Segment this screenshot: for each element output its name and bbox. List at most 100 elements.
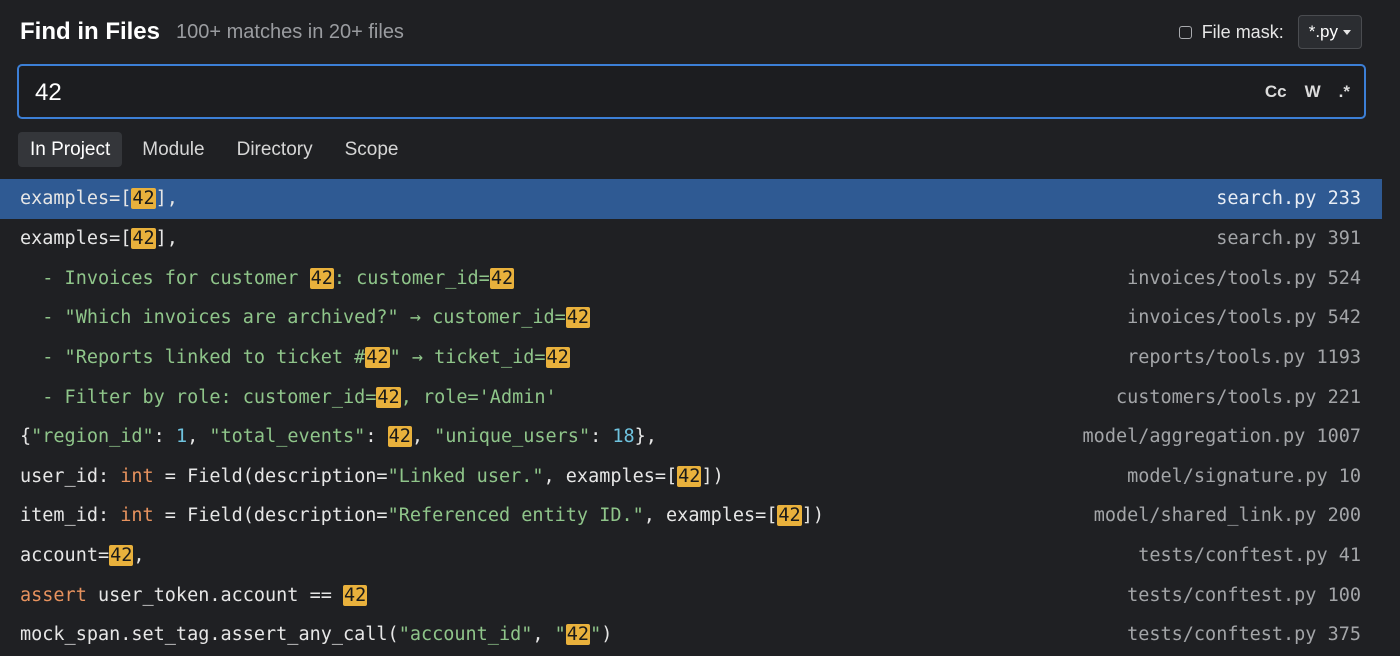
code-segment: mock_span.set_tag.assert_any_call( xyxy=(20,624,399,646)
result-location: tests/conftest.py 100 xyxy=(1127,584,1361,606)
result-row[interactable]: - Filter by role: customer_id= 42, role='… xyxy=(0,377,1382,417)
code-segment: - Invoices for customer xyxy=(20,267,310,289)
result-code: examples=[42], xyxy=(20,219,178,259)
result-location: model/signature.py 10 xyxy=(1127,465,1361,487)
code-segment: " xyxy=(590,624,602,646)
whole-words-toggle[interactable]: W xyxy=(1305,82,1321,102)
result-location: model/shared_link.py 200 xyxy=(1093,505,1361,527)
file-mask-value: *.py xyxy=(1308,22,1338,41)
match-summary: 100+ matches in 20+ files xyxy=(176,20,404,43)
code-segment: "unique_users" xyxy=(434,426,591,448)
result-row[interactable]: - Invoices for customer 42: customer_id=… xyxy=(0,258,1382,298)
result-code: - Invoices for customer 42: customer_id=… xyxy=(20,258,515,298)
code-segment: : customer_id= xyxy=(333,267,490,289)
result-row[interactable]: examples=[42], search.py 391 xyxy=(0,219,1382,259)
match-highlight: 42 xyxy=(677,465,702,487)
result-location: search.py 233 xyxy=(1216,188,1361,210)
tab-in-project[interactable]: In Project xyxy=(18,132,123,167)
result-row[interactable]: assert user_token.account == 42 tests/con… xyxy=(0,575,1382,615)
match-case-toggle[interactable]: Cc xyxy=(1265,82,1287,102)
dialog-title: Find in Files xyxy=(20,18,161,45)
result-code: user_id: int = Field(description= "Linked… xyxy=(20,456,724,496)
code-segment: "Referenced entity ID." xyxy=(387,505,644,527)
match-highlight: 42 xyxy=(489,267,515,289)
code-segment: ) xyxy=(601,624,613,646)
code-segment: "total_events" xyxy=(209,426,366,448)
result-row[interactable]: user_id: int = Field(description= "Linked… xyxy=(0,456,1382,496)
file-mask-select[interactable]: *.py xyxy=(1297,15,1362,49)
result-row[interactable]: - "Reports linked to ticket #42 " → ticke… xyxy=(0,338,1382,378)
result-row[interactable]: {"region_id": 1, "total_events": 42, "un… xyxy=(0,417,1382,457)
code-segment: : xyxy=(365,426,388,448)
code-segment: user_id: xyxy=(20,465,121,487)
code-segment: ], xyxy=(155,227,178,249)
code-segment: , xyxy=(133,545,145,567)
code-segment: , role='Admin' xyxy=(400,386,557,408)
match-highlight: 42 xyxy=(109,545,134,567)
code-segment: ], xyxy=(155,188,178,210)
code-segment: account= xyxy=(20,545,110,567)
code-segment: , xyxy=(187,426,210,448)
file-mask-checkbox[interactable] xyxy=(1178,25,1192,39)
match-highlight: 42 xyxy=(131,188,156,210)
code-segment: - Filter by role: customer_id= xyxy=(20,386,377,408)
result-location: search.py 391 xyxy=(1216,227,1361,249)
match-highlight: 42 xyxy=(365,346,390,368)
regex-toggle[interactable]: .* xyxy=(1339,82,1350,102)
result-row[interactable]: account= 42, tests/conftest.py 41 xyxy=(0,536,1382,576)
match-highlight: 42 xyxy=(545,346,570,368)
code-segment: " xyxy=(554,624,566,646)
code-segment: assert xyxy=(20,584,87,606)
code-segment: 1 xyxy=(175,426,188,448)
result-location: model/aggregation.py 1007 xyxy=(1082,426,1361,448)
code-segment: : xyxy=(153,426,176,448)
result-location: tests/conftest.py 41 xyxy=(1138,545,1361,567)
code-segment: ]) xyxy=(801,505,824,527)
search-options: Cc W .* xyxy=(1265,66,1350,117)
code-segment: "region_id" xyxy=(31,426,154,448)
result-row[interactable]: item_id: int = Field(description= "Refere… xyxy=(0,496,1382,536)
code-segment: , xyxy=(532,624,555,646)
code-segment: examples=[ xyxy=(20,227,132,249)
code-segment: }, xyxy=(634,426,657,448)
match-highlight: 42 xyxy=(565,307,591,329)
result-row[interactable]: examples=[42], search.py 233 xyxy=(0,179,1382,219)
tab-directory[interactable]: Directory xyxy=(225,132,325,167)
code-segment: , xyxy=(411,426,435,448)
match-highlight: 42 xyxy=(376,386,401,408)
tab-module[interactable]: Module xyxy=(130,132,216,167)
code-segment: int xyxy=(120,465,154,487)
result-code: - "Which invoices are archived?" → custo… xyxy=(20,298,591,338)
code-segment: - "Reports linked to ticket # xyxy=(20,346,366,368)
result-code: {"region_id": 1, "total_events": 42, "un… xyxy=(20,417,657,457)
result-location: tests/conftest.py 375 xyxy=(1127,624,1361,646)
match-highlight: 42 xyxy=(565,624,591,646)
result-location: invoices/tools.py 524 xyxy=(1127,267,1361,289)
result-code: examples=[42], xyxy=(20,179,178,219)
result-code: - "Reports linked to ticket #42 " → ticke… xyxy=(20,338,570,378)
results-list: examples=[42], search.py 233 examples=[42]… xyxy=(0,179,1382,655)
result-code: account= 42, xyxy=(20,536,145,576)
result-location: reports/tools.py 1193 xyxy=(1127,346,1361,368)
match-highlight: 42 xyxy=(343,584,368,606)
code-segment: = Field(description= xyxy=(153,465,388,487)
code-segment: " → ticket_id= xyxy=(389,346,546,368)
result-row[interactable]: - "Which invoices are archived?" → custo… xyxy=(0,298,1382,338)
tab-scope[interactable]: Scope xyxy=(333,132,411,167)
match-highlight: 42 xyxy=(777,505,802,527)
chevron-down-icon xyxy=(1343,29,1351,35)
code-segment: : xyxy=(590,426,613,448)
code-segment: ]) xyxy=(701,465,724,487)
code-segment: , examples=[ xyxy=(643,505,778,527)
code-segment: "account_id" xyxy=(398,624,533,646)
code-segment: item_id: xyxy=(20,505,121,527)
code-segment: - "Which invoices are archived?" → custo… xyxy=(20,307,566,329)
result-row[interactable]: mock_span.set_tag.assert_any_call("accou… xyxy=(0,615,1382,655)
search-box: Cc W .* xyxy=(17,64,1366,119)
search-input[interactable] xyxy=(33,66,1237,119)
code-segment: int xyxy=(120,505,154,527)
result-location: customers/tools.py 221 xyxy=(1115,386,1361,408)
match-highlight: 42 xyxy=(131,227,156,249)
match-highlight: 42 xyxy=(309,267,334,289)
match-highlight: 42 xyxy=(387,426,412,448)
